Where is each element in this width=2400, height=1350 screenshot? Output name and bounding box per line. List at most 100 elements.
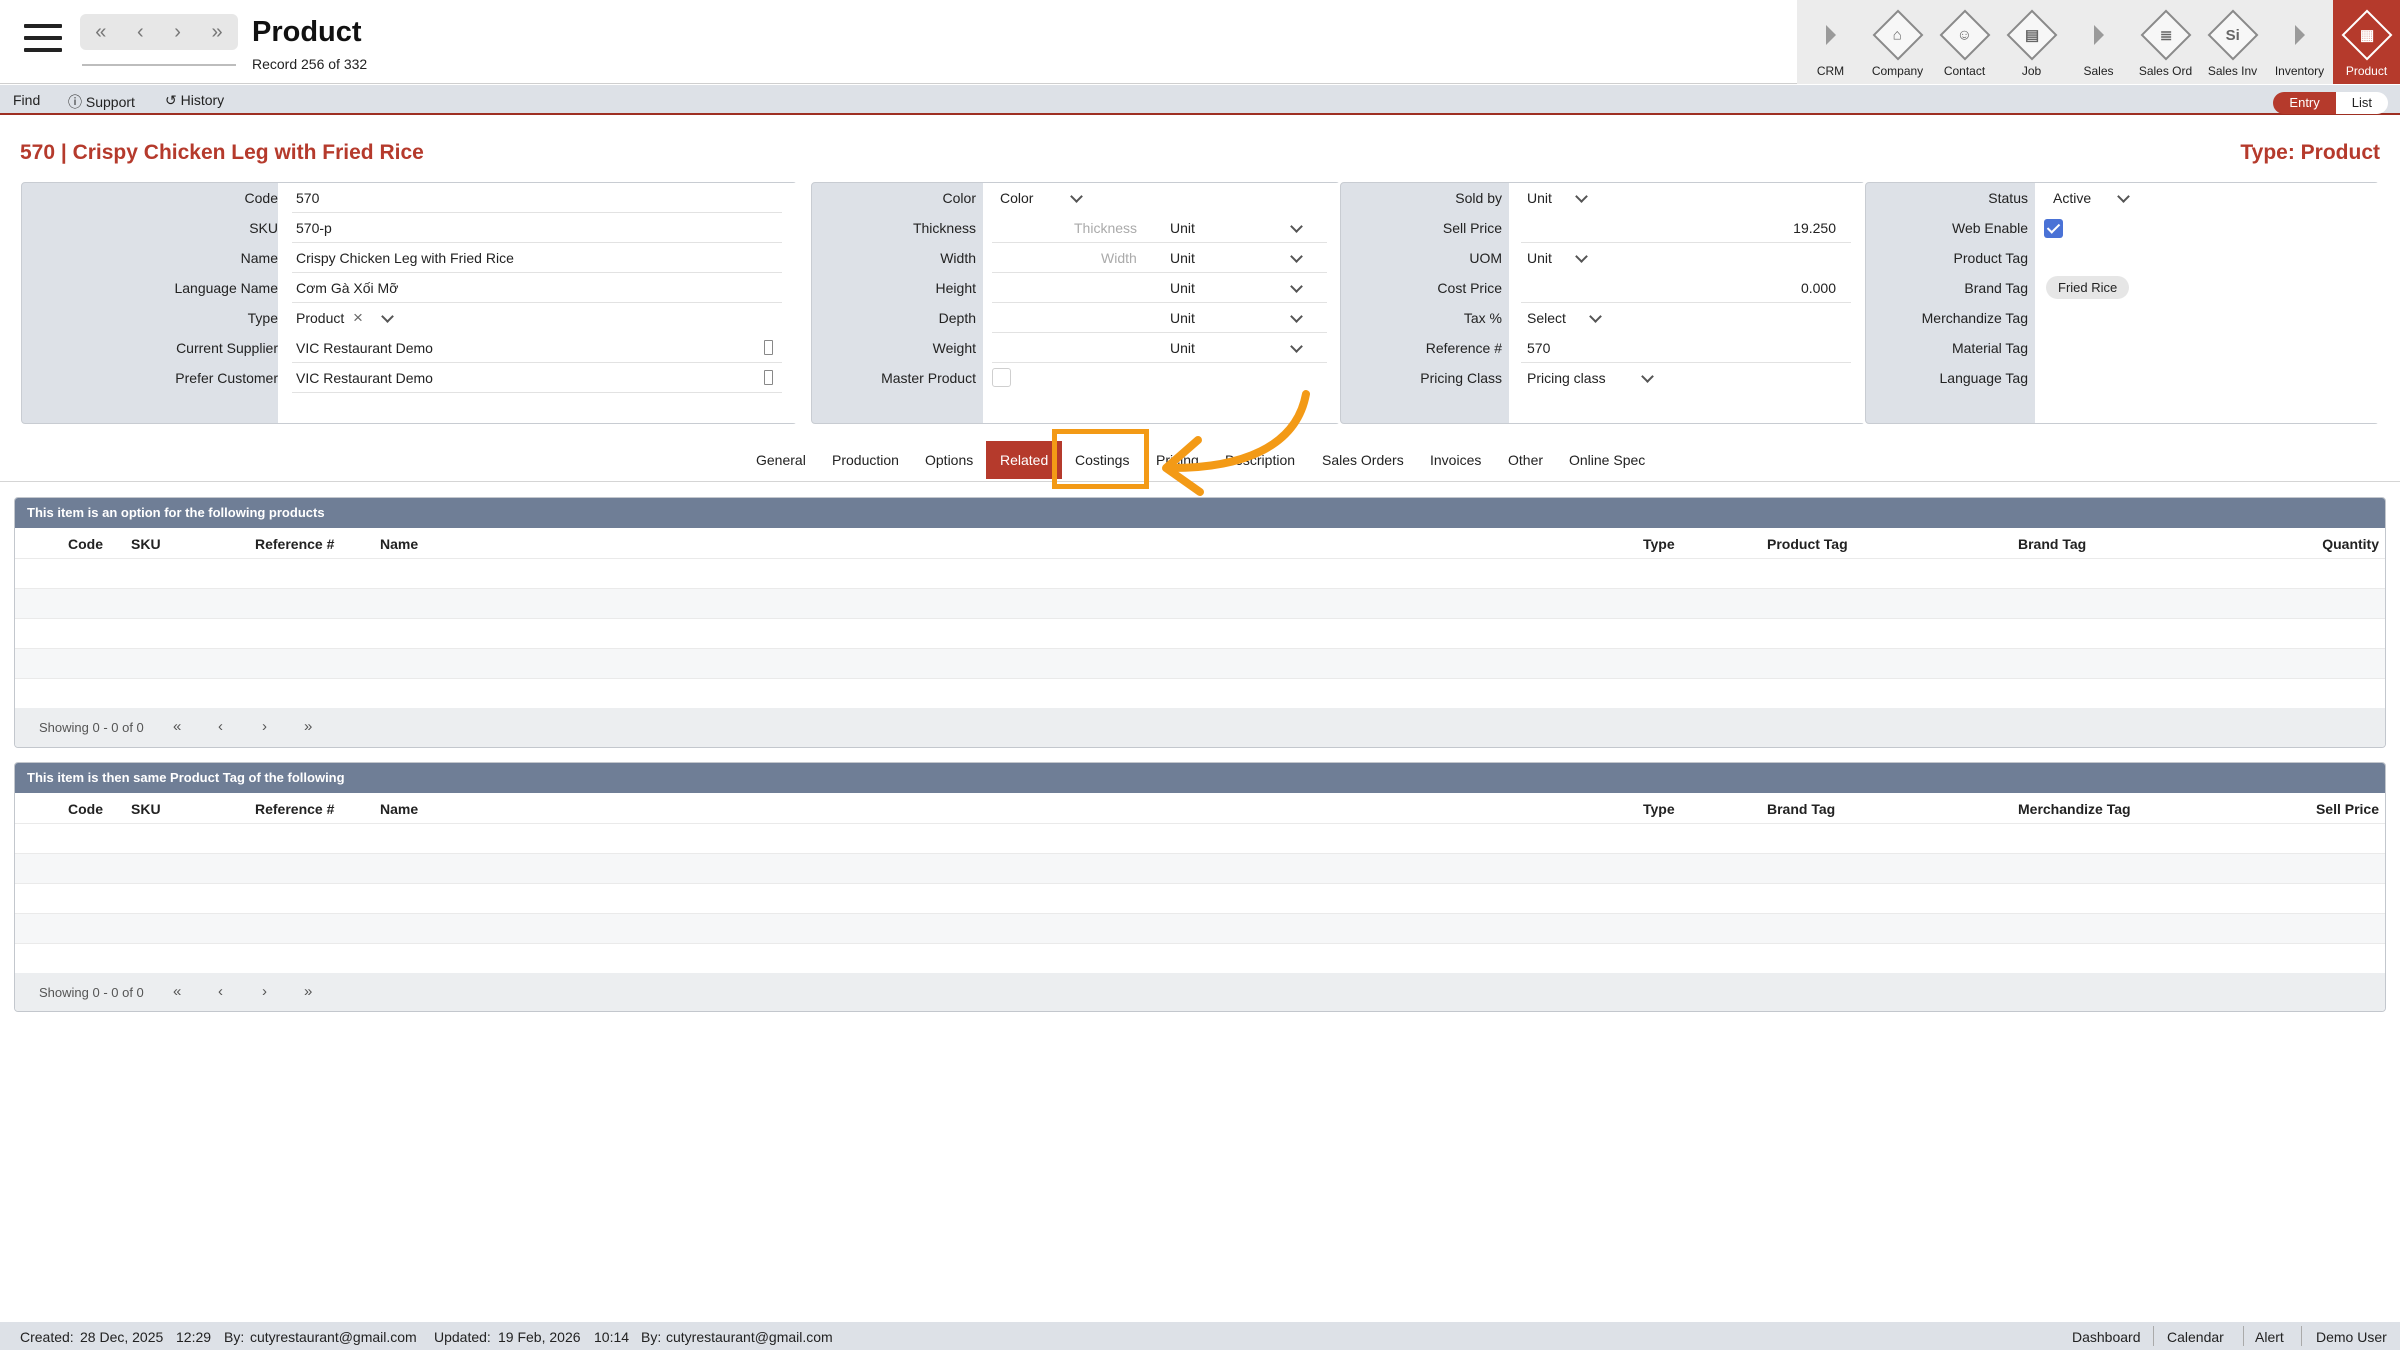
chevron-down-icon[interactable] — [1575, 190, 1588, 203]
code-field[interactable]: 570 — [296, 190, 319, 206]
grid-pager: Showing 0 - 0 of 0 « ‹ › » — [15, 708, 2385, 747]
column-header[interactable]: SKU — [131, 536, 161, 552]
tab-pricing[interactable]: Pricing — [1142, 441, 1213, 479]
sold-by-select[interactable]: Unit — [1527, 190, 1552, 206]
column-header[interactable]: Quantity — [2322, 536, 2379, 552]
color-select[interactable]: Color — [1000, 190, 1033, 206]
module-sales[interactable]: Sales — [2065, 0, 2132, 84]
pager-first-button[interactable]: « — [173, 983, 181, 1000]
calendar-link[interactable]: Calendar — [2167, 1329, 2224, 1345]
depth-unit-select[interactable]: Unit — [1170, 310, 1195, 326]
module-inventory[interactable]: Inventory — [2266, 0, 2333, 84]
tab-sales-orders[interactable]: Sales Orders — [1308, 441, 1418, 479]
column-header[interactable]: Name — [380, 536, 418, 552]
pager-last-button[interactable]: » — [304, 718, 312, 735]
prefer-customer-field[interactable]: VIC Restaurant Demo — [296, 370, 433, 386]
tab-general[interactable]: General — [742, 441, 820, 479]
support-button[interactable]: ⓘ Support — [68, 92, 135, 112]
pricing-class-select[interactable]: Pricing class — [1527, 370, 1606, 386]
tab-related[interactable]: Related — [986, 441, 1063, 479]
chevron-down-icon[interactable] — [1290, 280, 1303, 293]
column-header[interactable]: Product Tag — [1767, 536, 1848, 552]
chevron-down-icon[interactable] — [1290, 310, 1303, 323]
module-job[interactable]: ▤ Job — [1998, 0, 2065, 84]
user-menu-link[interactable]: Demo User — [2316, 1329, 2387, 1345]
sku-field[interactable]: 570-p — [296, 220, 332, 236]
entry-view-button[interactable]: Entry — [2273, 92, 2336, 114]
module-crm[interactable]: CRM — [1797, 0, 1864, 84]
clear-icon[interactable]: × — [353, 308, 363, 328]
previous-record-button[interactable]: ‹ — [137, 21, 144, 44]
chevron-down-icon[interactable] — [1575, 250, 1588, 263]
pager-first-button[interactable]: « — [173, 718, 181, 735]
status-select[interactable]: Active — [2053, 190, 2091, 206]
tab-options[interactable]: Options — [911, 441, 987, 479]
pager-next-button[interactable]: › — [262, 718, 267, 735]
chevron-down-icon[interactable] — [1641, 370, 1654, 383]
sell-price-field[interactable]: 19.250 — [1793, 220, 1836, 236]
thickness-unit-select[interactable]: Unit — [1170, 220, 1195, 236]
pager-next-button[interactable]: › — [262, 983, 267, 1000]
hamburger-menu-icon[interactable] — [24, 24, 62, 54]
module-contact[interactable]: ☺ Contact — [1931, 0, 1998, 84]
width-unit-select[interactable]: Unit — [1170, 250, 1195, 266]
reference-field[interactable]: 570 — [1527, 340, 1550, 356]
thickness-input[interactable]: Thickness — [1074, 220, 1137, 236]
column-header[interactable]: Brand Tag — [1767, 801, 1835, 817]
module-company[interactable]: ⌂ Company — [1864, 0, 1931, 84]
master-product-checkbox[interactable] — [992, 368, 1011, 387]
web-enable-checkbox[interactable] — [2044, 219, 2063, 238]
column-header[interactable]: Merchandize Tag — [2018, 801, 2131, 817]
lookup-book-icon[interactable] — [764, 370, 773, 385]
lookup-book-icon[interactable] — [764, 340, 773, 355]
width-input[interactable]: Width — [1101, 250, 1137, 266]
cost-price-field[interactable]: 0.000 — [1801, 280, 1836, 296]
language-name-field[interactable]: Cơm Gà Xối Mỡ — [296, 280, 398, 296]
first-record-button[interactable]: « — [95, 21, 106, 44]
list-view-button[interactable]: List — [2335, 92, 2388, 114]
module-product[interactable]: ▦ Product — [2333, 0, 2400, 84]
column-header[interactable]: Brand Tag — [2018, 536, 2086, 552]
column-header[interactable]: Type — [1643, 536, 1675, 552]
chevron-down-icon[interactable] — [1290, 220, 1303, 233]
module-sales-ord[interactable]: ≣ Sales Ord — [2132, 0, 2199, 84]
column-header[interactable]: Code — [68, 801, 103, 817]
tab-invoices[interactable]: Invoices — [1416, 441, 1495, 479]
pager-prev-button[interactable]: ‹ — [218, 983, 223, 1000]
column-header[interactable]: Reference # — [255, 801, 334, 817]
weight-unit-select[interactable]: Unit — [1170, 340, 1195, 356]
chevron-down-icon[interactable] — [1290, 250, 1303, 263]
next-record-button[interactable]: › — [174, 21, 181, 44]
column-header[interactable]: Reference # — [255, 536, 334, 552]
column-header[interactable]: Name — [380, 801, 418, 817]
history-button[interactable]: ↺ History — [165, 92, 224, 109]
module-sales-inv[interactable]: Si Sales Inv — [2199, 0, 2266, 84]
find-button[interactable]: Find — [13, 92, 40, 108]
pager-prev-button[interactable]: ‹ — [218, 718, 223, 735]
tab-description[interactable]: Description — [1211, 441, 1309, 479]
column-header[interactable]: SKU — [131, 801, 161, 817]
column-header[interactable]: Type — [1643, 801, 1675, 817]
name-field[interactable]: Crispy Chicken Leg with Fried Rice — [296, 250, 514, 266]
current-supplier-field[interactable]: VIC Restaurant Demo — [296, 340, 433, 356]
type-select[interactable]: Product — [296, 310, 344, 326]
chevron-down-icon[interactable] — [381, 310, 394, 323]
tab-other[interactable]: Other — [1494, 441, 1557, 479]
chevron-down-icon[interactable] — [1070, 190, 1083, 203]
last-record-button[interactable]: » — [212, 21, 223, 44]
chevron-down-icon[interactable] — [2117, 190, 2130, 203]
dashboard-link[interactable]: Dashboard — [2072, 1329, 2141, 1345]
brand-tag-chip[interactable]: Fried Rice — [2046, 276, 2130, 299]
alert-link[interactable]: Alert — [2255, 1329, 2284, 1345]
uom-select[interactable]: Unit — [1527, 250, 1552, 266]
column-header[interactable]: Code — [68, 536, 103, 552]
tab-production[interactable]: Production — [818, 441, 913, 479]
tab-online-spec[interactable]: Online Spec — [1555, 441, 1659, 479]
column-header[interactable]: Sell Price — [2316, 801, 2379, 817]
tax-select[interactable]: Select — [1527, 310, 1566, 326]
pager-last-button[interactable]: » — [304, 983, 312, 1000]
chevron-down-icon[interactable] — [1589, 310, 1602, 323]
chevron-down-icon[interactable] — [1290, 340, 1303, 353]
height-unit-select[interactable]: Unit — [1170, 280, 1195, 296]
grid-column-headers: Code SKU Reference # Name Type Product T… — [15, 528, 2385, 558]
